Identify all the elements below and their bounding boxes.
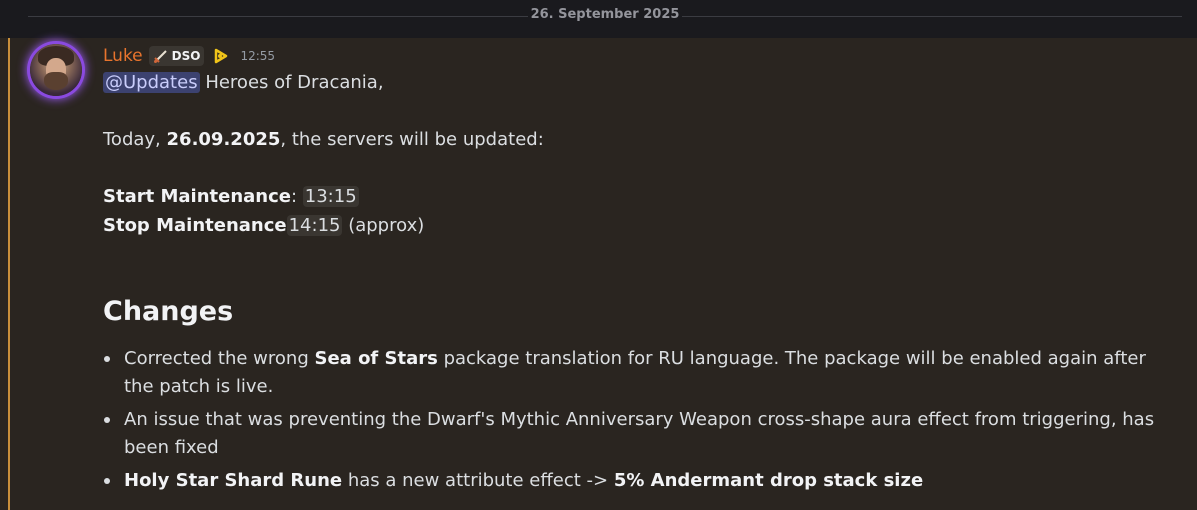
- author-name[interactable]: Luke: [103, 46, 143, 66]
- changes-heading: Changes: [103, 296, 234, 327]
- list-item: Holy Star Shard Rune has a new attribute…: [103, 467, 1163, 495]
- guild-tag-label: DSO: [171, 49, 201, 63]
- start-maintenance-line: Start Maintenance: 13:15: [103, 186, 359, 207]
- bullet: [104, 417, 110, 423]
- divider-line-left: [28, 16, 528, 17]
- stop-time: 14:15: [286, 215, 343, 236]
- sword-icon: [153, 48, 169, 64]
- greeting-text: Heroes of Dracania,: [205, 72, 384, 93]
- stop-maintenance-line: Stop Maintenance 14:15 (approx): [103, 215, 425, 236]
- today-line: Today, 26.09.2025, the servers will be u…: [103, 129, 544, 150]
- list-item: An issue that was preventing the Dwarf's…: [103, 406, 1163, 462]
- start-label: Start Maintenance: [103, 186, 291, 207]
- date-divider: 26. September 2025: [0, 0, 1197, 38]
- greeting-line: @Updates Heroes of Dracania,: [103, 70, 1163, 96]
- message-header: Luke DSO 12:55: [103, 44, 275, 68]
- highlight-accent-bar: [8, 38, 10, 510]
- message: Luke DSO 12:55 @Updates Heroes of Dracan…: [0, 38, 1197, 510]
- stop-label: Stop Maintenance: [103, 215, 287, 236]
- guild-tag[interactable]: DSO: [148, 46, 205, 66]
- start-time: 13:15: [302, 186, 359, 207]
- changes-list: Corrected the wrong Sea of Stars package…: [103, 345, 1163, 500]
- avatar[interactable]: [30, 44, 82, 96]
- bullet: [104, 356, 110, 362]
- timestamp[interactable]: 12:55: [240, 49, 275, 63]
- bullet: [104, 478, 110, 484]
- update-date: 26.09.2025: [166, 129, 281, 150]
- date-divider-text: 26. September 2025: [530, 7, 680, 22]
- nitro-icon[interactable]: [212, 47, 230, 65]
- divider-line-right: [682, 16, 1182, 17]
- list-item: Corrected the wrong Sea of Stars package…: [103, 345, 1163, 401]
- role-mention[interactable]: @Updates: [103, 72, 200, 93]
